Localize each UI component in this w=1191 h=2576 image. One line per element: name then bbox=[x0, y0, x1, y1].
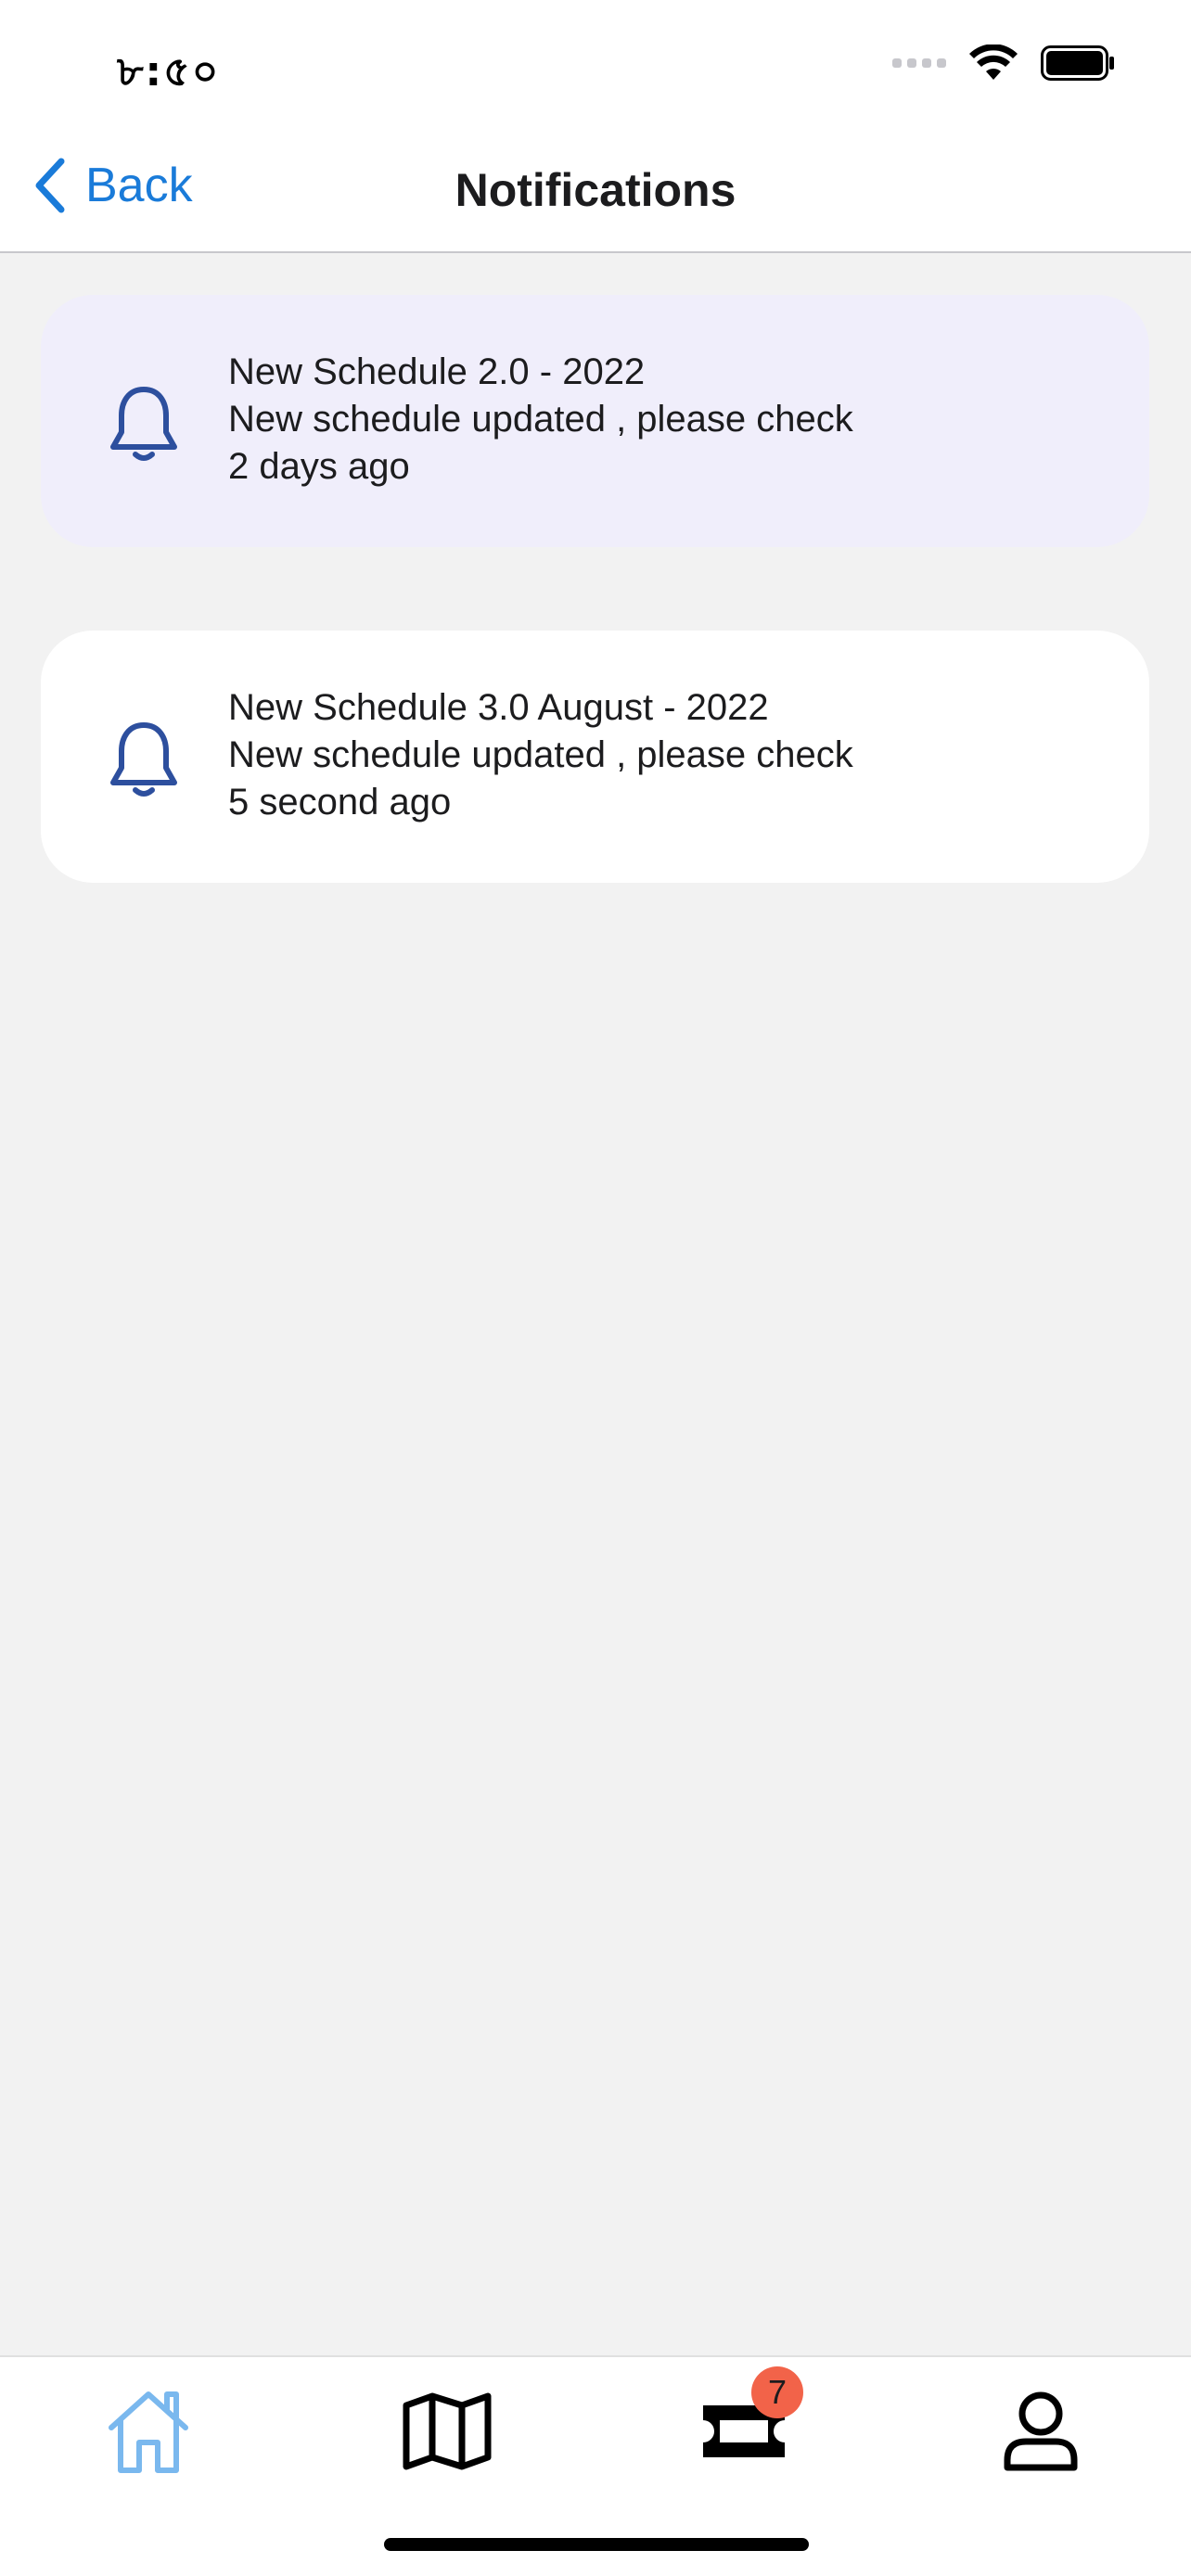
notification-title: New Schedule 2.0 - 2022 bbox=[228, 351, 646, 392]
battery-icon bbox=[1041, 45, 1114, 81]
notification-time: 2 days ago bbox=[228, 446, 410, 487]
tab-map[interactable] bbox=[391, 2376, 503, 2487]
navigation-bar: Back Notifications bbox=[0, 121, 1191, 253]
map-icon bbox=[403, 2392, 492, 2470]
notification-title: New Schedule 3.0 August - 2022 bbox=[228, 687, 769, 728]
bell-icon bbox=[110, 722, 177, 797]
home-icon bbox=[109, 2391, 188, 2473]
status-time: ৮:৫০ bbox=[117, 48, 221, 96]
notification-item[interactable]: New Schedule 2.0 - 2022 New schedule upd… bbox=[41, 295, 1149, 547]
notification-list: New Schedule 2.0 - 2022 New schedule upd… bbox=[41, 295, 1149, 966]
tab-profile[interactable] bbox=[985, 2376, 1096, 2487]
notification-content: New Schedule 3.0 August - 2022 New sched… bbox=[228, 684, 853, 826]
notification-time: 5 second ago bbox=[228, 782, 452, 823]
tab-home[interactable] bbox=[93, 2376, 204, 2487]
user-icon bbox=[1004, 2391, 1078, 2471]
tickets-badge: 7 bbox=[751, 2366, 803, 2418]
notification-content: New Schedule 2.0 - 2022 New schedule upd… bbox=[228, 349, 853, 491]
notification-item[interactable]: New Schedule 3.0 August - 2022 New sched… bbox=[41, 631, 1149, 883]
status-indicators bbox=[892, 45, 1115, 82]
bell-icon bbox=[110, 387, 177, 461]
home-indicator bbox=[384, 2538, 809, 2551]
cellular-signal-icon bbox=[892, 58, 946, 68]
page-title: Notifications bbox=[455, 164, 736, 216]
notification-message: New schedule updated , please check bbox=[228, 734, 853, 775]
tab-tickets[interactable]: 7 bbox=[688, 2366, 803, 2487]
wifi-icon bbox=[969, 45, 1018, 80]
notification-message: New schedule updated , please check bbox=[228, 399, 853, 440]
status-bar: ৮:৫০ bbox=[0, 0, 1191, 121]
